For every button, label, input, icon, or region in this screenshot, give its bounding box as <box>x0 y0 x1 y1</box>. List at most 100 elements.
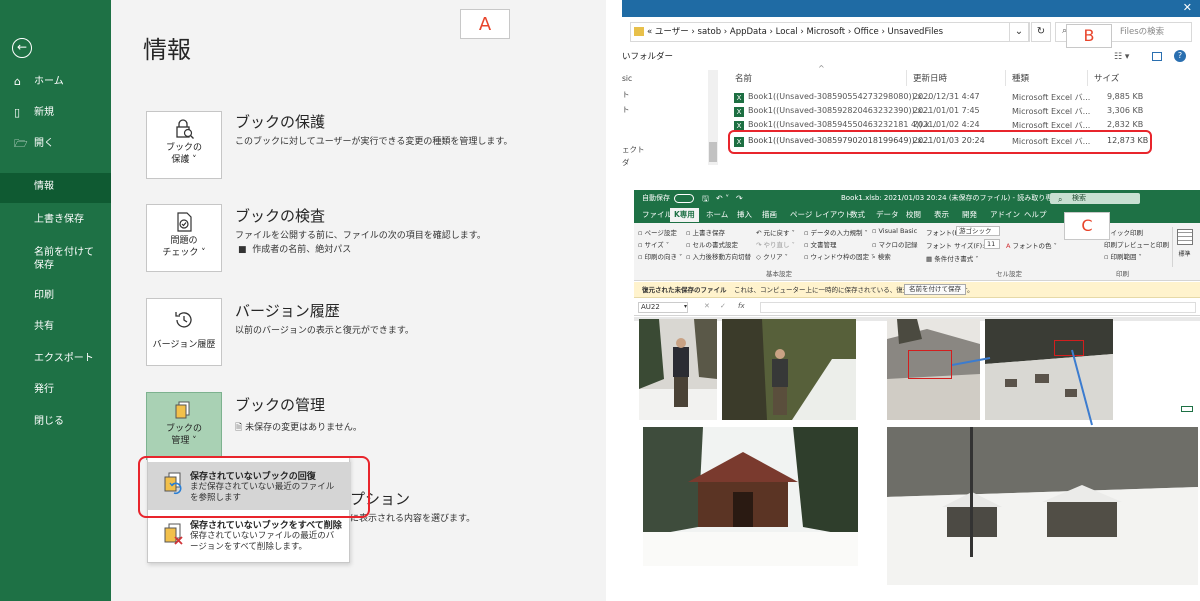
nav-pane-item[interactable]: ダ <box>622 157 630 168</box>
help-icon[interactable]: ? <box>1174 50 1186 62</box>
freeze-panes-button[interactable]: ▫ ウィンドウ枠の固定 ˅ <box>804 251 874 261</box>
find-button[interactable]: ⌕ 検索 <box>872 251 891 262</box>
column-header-type[interactable]: 種類 <box>1012 72 1029 84</box>
file-date: 2021/01/01 7:45 <box>913 106 980 115</box>
tab-developer[interactable]: 開発 <box>962 209 977 220</box>
tab-view[interactable]: 表示 <box>934 209 949 220</box>
manage-workbook-button[interactable]: ブックの 管理 ˅ <box>146 392 222 460</box>
paste-options-icon[interactable] <box>1181 406 1193 412</box>
inspect-heading: ブックの検査 <box>235 207 326 225</box>
nav-item-home[interactable]: ⌂ ホーム <box>0 68 111 96</box>
font-size-select[interactable]: 11 <box>984 239 1000 249</box>
nav-item-export[interactable]: エクスポート <box>0 345 111 373</box>
tab-addins[interactable]: アドイン <box>990 209 1020 220</box>
nav-item-publish[interactable]: 発行 <box>0 376 111 404</box>
nav-pane-item[interactable]: sic <box>622 74 632 83</box>
tab-file[interactable]: ファイル <box>642 209 672 220</box>
font-name-select[interactable]: 游ゴシック <box>956 226 1000 236</box>
tab-home[interactable]: ホーム <box>706 209 728 220</box>
nav-pane-item[interactable]: ェクト <box>622 144 645 155</box>
overwrite-save-button[interactable]: ▫ 上書き保存 <box>686 227 725 237</box>
save-icon[interactable]: 🖫 <box>702 190 709 207</box>
delete-all-unsaved-item[interactable]: 保存されていないブックをすべて削除 保存されていないファイルの最近のバージョンを… <box>148 513 351 561</box>
close-icon[interactable]: ✕ <box>1183 1 1192 14</box>
cancel-x-icon[interactable]: ✕ <box>704 302 710 310</box>
tab-insert[interactable]: 挿入 <box>737 209 752 220</box>
inspect-bullet: ■ 作成者の名前、絶対パス <box>238 245 352 255</box>
confirm-check-icon[interactable]: ✓ <box>720 302 726 310</box>
function-icon[interactable]: fx <box>738 302 745 310</box>
back-arrow-icon[interactable]: ← <box>12 38 32 58</box>
font-size-label: フォント サイズ(F): <box>926 242 985 250</box>
font-color-button[interactable]: A フォントの色 ˅ <box>1006 240 1057 250</box>
nav-item-save[interactable]: 上書き保存 <box>0 206 111 234</box>
enter-direction-button[interactable]: ▫ 入力後移動方向切替 <box>686 251 751 261</box>
address-bar[interactable]: « ユーザー › satob › AppData › Local › Micro… <box>630 22 1030 42</box>
redo-icon[interactable]: ↷ <box>736 190 743 207</box>
document-management-button[interactable]: ▫ 文書管理 <box>804 239 836 249</box>
normal-view-button[interactable]: 標準 <box>1172 227 1196 267</box>
excel-search-box[interactable]: 検索 <box>1050 193 1140 204</box>
check-issues-button[interactable]: 問題の チェック ˅ <box>146 204 222 272</box>
inspect-bullet-text: 作成者の名前、絶対パス <box>252 245 352 255</box>
column-header-date[interactable]: 更新日時 <box>913 72 947 84</box>
file-date: 2021/01/02 4:24 <box>913 120 980 129</box>
nav-pane-scrollbar[interactable] <box>708 70 718 165</box>
column-header-name[interactable]: 名前 <box>735 72 752 84</box>
dropdown-chevron-icon[interactable]: ⌄ <box>1009 22 1029 42</box>
sort-up-icon: ^ <box>818 64 825 73</box>
address-path: « ユーザー › satob › AppData › Local › Micro… <box>647 27 944 37</box>
tab-review[interactable]: 校閲 <box>906 209 921 220</box>
new-folder-button[interactable]: いフォルダー <box>622 50 673 62</box>
view-options-icon[interactable]: ☷ ▾ <box>1114 52 1129 62</box>
page-setup-button[interactable]: ▫ ページ設定 <box>638 227 677 237</box>
protect-workbook-button[interactable]: ブックの 保護 ˅ <box>146 111 222 179</box>
nav-pane-item[interactable]: ト <box>622 89 630 100</box>
excel-titlebar: 自動保存 🖫 ↶ ˅ ↷ Book1.xlsb: 2021/01/03 20:2… <box>634 190 1200 207</box>
chevron-down-icon[interactable]: ▾ <box>684 303 687 310</box>
data-validation-button[interactable]: ▫ データの入力規制 ˅ <box>804 227 868 237</box>
nav-new-label: 新規 <box>34 107 54 118</box>
file-row[interactable]: X Book1((Unsaved-308590554273298080)).x.… <box>734 91 1154 105</box>
tab-help[interactable]: ヘルプ <box>1024 209 1047 220</box>
file-size: 3,306 KB <box>1107 106 1144 115</box>
record-macro-button[interactable]: ▫ マクロの記録 <box>872 239 917 249</box>
photo-snowy-shrine <box>643 427 858 566</box>
visual-basic-button[interactable]: ▫ Visual Basic <box>872 227 917 235</box>
tab-page-layout[interactable]: ページ レイアウト <box>790 209 852 220</box>
print-area-button[interactable]: ▫ 印刷範囲 ˅ <box>1104 251 1142 261</box>
nav-item-share[interactable]: 共有 <box>0 313 111 341</box>
undo-button[interactable]: ↶ 元に戻す ˅ <box>756 227 795 237</box>
nav-item-info[interactable]: 情報 <box>0 173 111 203</box>
tab-data[interactable]: データ <box>876 209 899 220</box>
nav-pane-item[interactable]: ト <box>622 104 630 115</box>
nav-item-open[interactable]: 🗁 開く <box>0 130 111 158</box>
name-box[interactable]: AU22 <box>638 302 688 313</box>
formula-input[interactable] <box>760 302 1196 313</box>
clear-button[interactable]: ◇ クリア ˅ <box>756 251 788 261</box>
nav-item-new[interactable]: ▯ 新規 <box>0 99 111 127</box>
undo-icon[interactable]: ↶ ˅ <box>716 190 729 207</box>
print-preview-button[interactable]: 印刷プレビューと印刷 <box>1104 239 1169 249</box>
nav-item-save-as[interactable]: 名前を付けて保存 <box>0 244 100 272</box>
tab-formulas[interactable]: 数式 <box>850 209 865 220</box>
tab-readonly[interactable]: K専用 <box>670 208 699 222</box>
recovered-file-message-bar: 復元された未保存のファイル これは、コンピューター上に一時的に保存されている、復… <box>634 282 1200 298</box>
cell-format-button[interactable]: ▫ セルの書式設定 <box>686 239 738 249</box>
redo-button[interactable]: ↷ やり直し ˅ <box>756 239 795 249</box>
conditional-format-button[interactable]: ▦ 条件付き書式 ˅ <box>926 253 979 263</box>
size-button[interactable]: ▫ サイズ ˅ <box>638 239 669 249</box>
autosave-toggle[interactable] <box>674 194 694 203</box>
orientation-button[interactable]: ▫ 印刷の向き ˅ <box>638 251 682 261</box>
refresh-icon[interactable]: ↻ <box>1031 22 1051 42</box>
preview-pane-icon[interactable] <box>1152 52 1162 61</box>
save-as-button[interactable]: 名前を付けて保存 <box>904 284 966 295</box>
tab-draw[interactable]: 描画 <box>762 209 777 220</box>
inspect-tile-label: 問題の チェック ˅ <box>162 236 206 258</box>
excel-search-label: 検索 <box>1072 194 1086 202</box>
version-history-button[interactable]: バージョン履歴 <box>146 298 222 366</box>
nav-item-print[interactable]: 印刷 <box>0 282 111 310</box>
nav-item-close[interactable]: 閉じる <box>0 408 111 436</box>
file-row[interactable]: X Book1((Unsaved-308592820463232390)).x.… <box>734 105 1154 119</box>
column-header-size[interactable]: サイズ <box>1094 72 1119 84</box>
